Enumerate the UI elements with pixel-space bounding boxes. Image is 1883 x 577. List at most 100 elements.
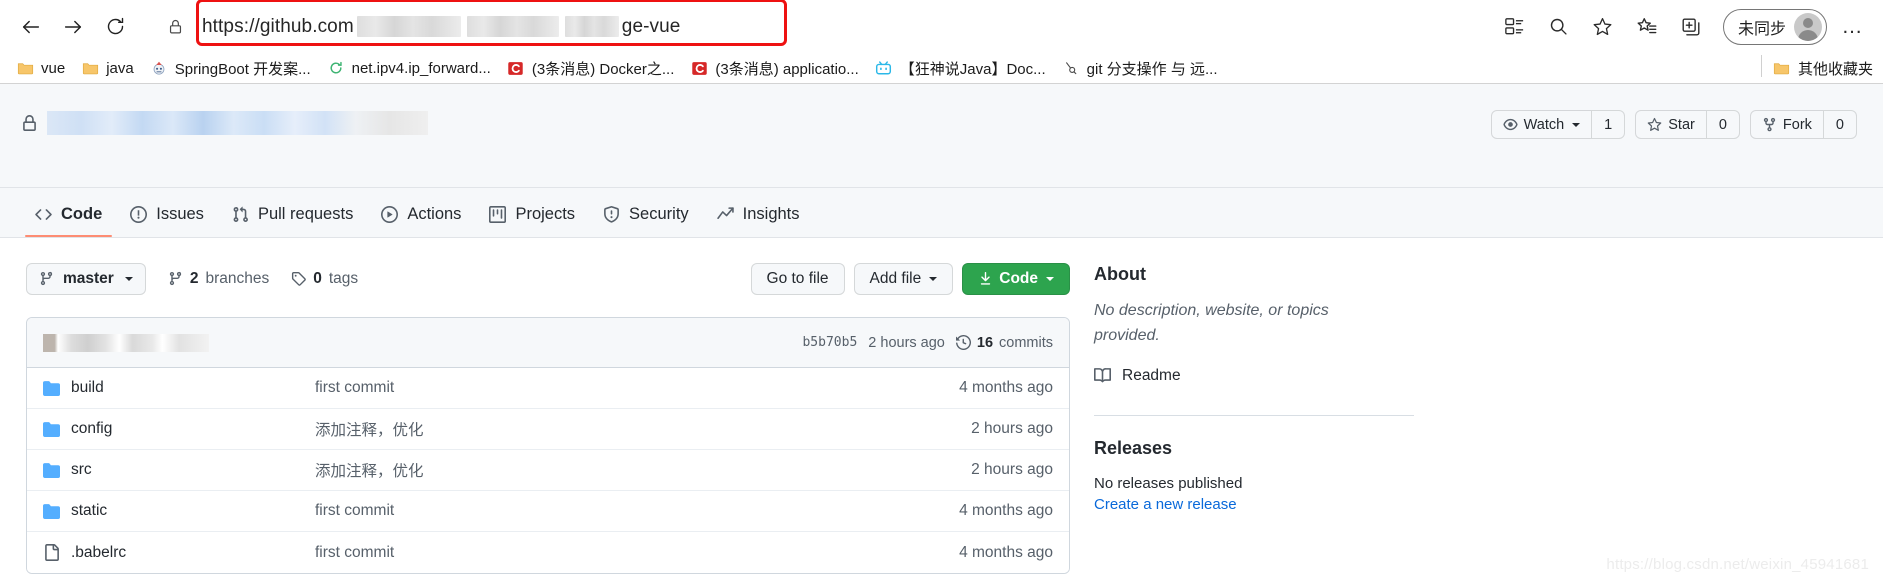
browser-chrome: https://github.com ge-vue 未同步 … vue java… xyxy=(0,0,1883,84)
bookmark-csdn-docker[interactable]: (3条消息) Docker之... xyxy=(499,55,683,82)
table-row[interactable]: static first commit 4 months ago xyxy=(27,491,1069,532)
download-icon xyxy=(978,271,993,286)
table-row[interactable]: src 添加注释，优化 2 hours ago xyxy=(27,450,1069,491)
repository-nav-tabs: Code Issues Pull requests Actions Projec… xyxy=(0,188,1883,238)
table-row[interactable]: .babelrc first commit 4 months ago xyxy=(27,532,1069,573)
tag-icon xyxy=(291,271,307,286)
go-to-file-button[interactable]: Go to file xyxy=(750,262,845,295)
star-button[interactable]: Star xyxy=(1635,110,1706,139)
file-commit-message[interactable]: first commit xyxy=(315,544,959,562)
bookmark-springboot[interactable]: SpringBoot 开发案... xyxy=(142,55,319,82)
url-suffix: ge-vue xyxy=(621,15,681,37)
bookmark-git-branch[interactable]: git 分支操作 与 远... xyxy=(1054,55,1226,82)
url-redacted-segment-2 xyxy=(466,16,559,37)
table-row[interactable]: build first commit 4 months ago xyxy=(27,368,1069,409)
back-arrow-icon[interactable] xyxy=(10,6,52,48)
commit-meta: b5b70b5 2 hours ago 16 commits xyxy=(802,335,1053,351)
create-release-link[interactable]: Create a new release xyxy=(1094,496,1237,513)
add-collection-icon[interactable] xyxy=(1671,7,1711,47)
branches-link[interactable]: 2 branches xyxy=(168,270,269,288)
book-icon xyxy=(1094,367,1111,384)
file-icon xyxy=(43,544,65,561)
tab-issues[interactable]: Issues xyxy=(116,205,218,237)
tab-label: Pull requests xyxy=(257,205,354,223)
git-pull-request-icon xyxy=(232,206,249,223)
star-count[interactable]: 0 xyxy=(1705,110,1740,139)
tab-label: Projects xyxy=(515,205,576,223)
fork-label: Fork xyxy=(1782,116,1812,133)
watch-button[interactable]: Watch xyxy=(1490,110,1592,139)
bookmark-vue[interactable]: vue xyxy=(8,56,73,80)
commits-label: commits xyxy=(999,334,1053,351)
add-file-label: Add file xyxy=(869,269,922,287)
fork-count[interactable]: 0 xyxy=(1822,110,1857,139)
bookmark-label: git 分支操作 与 远... xyxy=(1086,60,1218,78)
add-file-button[interactable]: Add file xyxy=(853,262,954,295)
sidebar-divider xyxy=(1094,414,1414,416)
forward-arrow-icon[interactable] xyxy=(52,6,94,48)
file-commit-message[interactable]: first commit xyxy=(315,379,959,397)
file-commit-message[interactable]: first commit xyxy=(315,502,959,520)
browser-more-menu-button[interactable]: … xyxy=(1833,7,1873,47)
folder-icon xyxy=(43,503,65,520)
commit-sha[interactable]: b5b70b5 xyxy=(802,335,857,350)
shield-icon xyxy=(603,206,620,223)
branches-count: 2 xyxy=(189,269,199,287)
bookmark-label: vue xyxy=(41,59,66,77)
commit-time: 2 hours ago xyxy=(868,334,945,351)
address-bar[interactable]: https://github.com ge-vue xyxy=(148,0,1485,47)
favorite-star-icon[interactable] xyxy=(1583,7,1623,47)
profile-sync-button[interactable]: 未同步 xyxy=(1722,8,1827,45)
bookmark-csdn-application[interactable]: (3条消息) applicatio... xyxy=(682,55,866,82)
folder-icon xyxy=(43,462,65,479)
tab-label: Issues xyxy=(156,205,204,223)
tab-projects[interactable]: Projects xyxy=(475,205,589,237)
file-name[interactable]: build xyxy=(65,379,315,397)
bookmark-ipforward[interactable]: net.ipv4.ip_forward... xyxy=(319,56,499,80)
search-icon[interactable] xyxy=(1539,7,1579,47)
favorites-list-icon[interactable] xyxy=(1627,7,1667,47)
readme-link[interactable]: Readme xyxy=(1094,367,1857,385)
file-commit-message[interactable]: 添加注释，优化 xyxy=(315,459,971,481)
code-button[interactable]: Code xyxy=(962,262,1070,295)
fork-button[interactable]: Fork xyxy=(1749,110,1823,139)
bookmark-other-folder[interactable]: 其他收藏夹 xyxy=(1760,54,1873,79)
file-name[interactable]: static xyxy=(65,502,315,520)
watch-count[interactable]: 1 xyxy=(1591,110,1626,139)
tab-pull-requests[interactable]: Pull requests xyxy=(218,205,367,237)
file-name[interactable]: .babelrc xyxy=(65,544,315,562)
star-button-group[interactable]: Star 0 xyxy=(1635,110,1740,139)
watch-button-group[interactable]: Watch 1 xyxy=(1490,110,1626,139)
latest-commit-bar: b5b70b5 2 hours ago 16 commits xyxy=(27,318,1069,368)
branch-selector-button[interactable]: master xyxy=(26,262,146,295)
bookmark-bilibili[interactable]: 【狂神说Java】Doc... xyxy=(867,55,1054,82)
file-name[interactable]: src xyxy=(65,461,315,479)
collections-icon[interactable] xyxy=(1495,7,1535,47)
tab-actions[interactable]: Actions xyxy=(367,205,475,237)
commits-count-link[interactable]: 16 commits xyxy=(955,334,1053,351)
tab-insights[interactable]: Insights xyxy=(703,205,814,237)
code-icon xyxy=(35,206,52,223)
profile-sync-label: 未同步 xyxy=(1737,20,1786,38)
fork-button-group[interactable]: Fork 0 xyxy=(1749,110,1857,139)
bookmark-java[interactable]: java xyxy=(73,56,142,80)
about-heading: About xyxy=(1094,264,1146,284)
file-time: 2 hours ago xyxy=(971,420,1053,437)
url-text[interactable]: https://github.com ge-vue xyxy=(190,16,680,38)
site-icon xyxy=(1062,59,1080,77)
file-commit-message[interactable]: 添加注释，优化 xyxy=(315,418,971,440)
repository-action-buttons: Watch 1 Star 0 Fork 0 xyxy=(1490,110,1857,139)
play-icon xyxy=(381,206,399,223)
about-description: No description, website, or topics provi… xyxy=(1094,302,1329,344)
tab-security[interactable]: Security xyxy=(589,205,703,237)
file-name[interactable]: config xyxy=(65,420,315,438)
watch-label: Watch xyxy=(1523,116,1565,133)
folder-icon xyxy=(81,59,99,77)
tab-code[interactable]: Code xyxy=(21,205,116,237)
reload-icon[interactable] xyxy=(94,6,136,48)
watermark-text: https://blog.csdn.net/weixin_45941681 xyxy=(1606,556,1869,573)
lock-icon xyxy=(21,114,38,132)
tags-link[interactable]: 0 tags xyxy=(291,270,358,288)
table-row[interactable]: config 添加注释，优化 2 hours ago xyxy=(27,409,1069,450)
bookmark-label: SpringBoot 开发案... xyxy=(174,60,311,78)
